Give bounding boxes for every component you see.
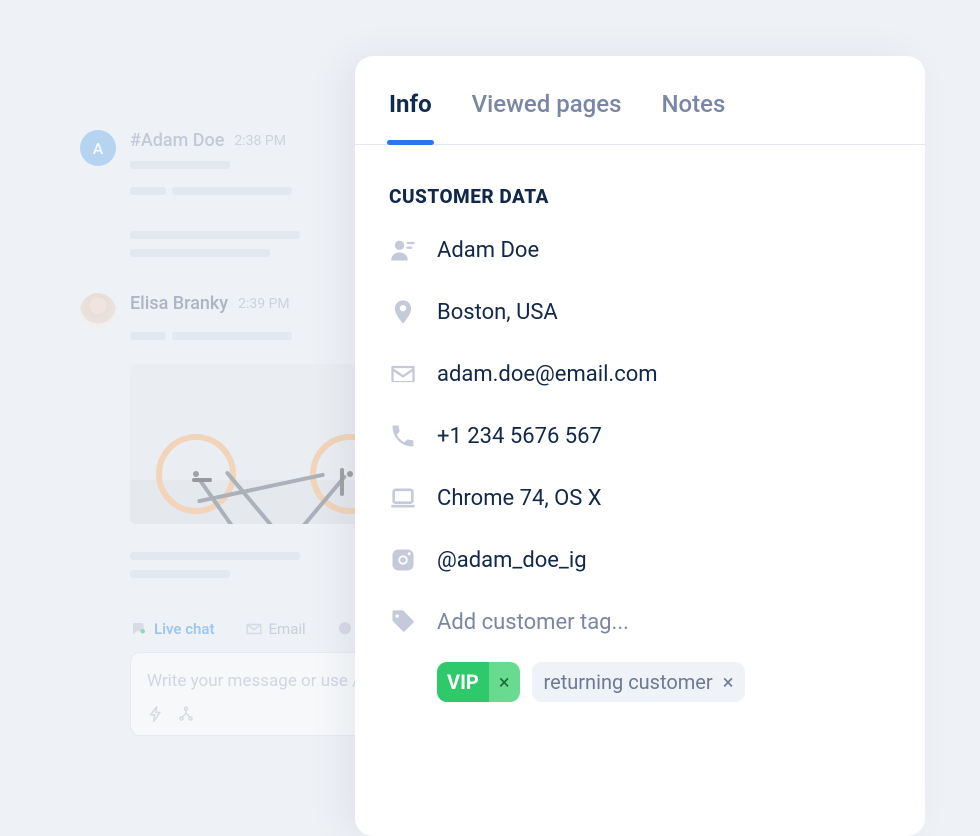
tag-vip: VIP × xyxy=(437,662,520,702)
tabs: Info Viewed pages Notes xyxy=(355,56,925,145)
tag-returning: returning customer × xyxy=(532,662,746,702)
remove-tag-button[interactable]: × xyxy=(723,670,734,694)
avatar: A xyxy=(80,130,116,166)
tab-notes[interactable]: Notes xyxy=(661,90,725,144)
customer-device: Chrome 74, OS X xyxy=(437,486,602,511)
customer-device-row: Chrome 74, OS X xyxy=(389,484,891,512)
customer-email-row: adam.doe@email.com xyxy=(389,360,891,388)
section-title: CUSTOMER DATA xyxy=(389,185,891,208)
envelope-icon xyxy=(389,360,417,388)
instagram-icon xyxy=(389,546,417,574)
phone-icon xyxy=(389,422,417,450)
messenger-icon xyxy=(336,620,354,638)
customer-instagram: @adam_doe_ig xyxy=(437,548,587,573)
laptop-icon xyxy=(389,484,417,512)
lightning-icon[interactable] xyxy=(147,705,165,723)
location-pin-icon xyxy=(389,298,417,326)
chat-icon xyxy=(130,620,148,638)
text-skeleton xyxy=(130,570,230,578)
envelope-icon xyxy=(245,620,263,638)
avatar xyxy=(80,293,116,329)
remove-tag-button[interactable]: × xyxy=(489,662,520,702)
tag-label: returning customer xyxy=(544,670,713,694)
add-tag-row[interactable]: Add customer tag... xyxy=(389,608,891,636)
channel-email[interactable]: Email xyxy=(245,620,306,638)
channel-label: Live chat xyxy=(154,620,215,638)
customer-phone-row: +1 234 5676 567 xyxy=(389,422,891,450)
customer-instagram-row: @adam_doe_ig xyxy=(389,546,891,574)
hierarchy-icon[interactable] xyxy=(177,705,195,723)
text-skeleton xyxy=(130,332,166,340)
text-skeleton xyxy=(130,161,230,169)
text-skeleton xyxy=(130,231,300,239)
tag-icon xyxy=(389,608,417,636)
channel-livechat[interactable]: Live chat xyxy=(130,620,215,638)
customer-location-row: Boston, USA xyxy=(389,298,891,326)
add-tag-placeholder: Add customer tag... xyxy=(437,610,629,635)
text-skeleton xyxy=(130,187,166,195)
message-time: 2:39 PM xyxy=(238,296,290,312)
customer-email: adam.doe@email.com xyxy=(437,362,658,387)
text-skeleton xyxy=(130,249,270,257)
text-skeleton xyxy=(130,552,300,560)
tab-viewed-pages[interactable]: Viewed pages xyxy=(472,90,622,144)
channel-label: Email xyxy=(269,620,306,638)
tag-list: VIP × returning customer × xyxy=(437,662,891,702)
message-author: Elisa Branky xyxy=(130,293,228,314)
message-author: #Adam Doe xyxy=(130,130,224,151)
customer-name-row: Adam Doe xyxy=(389,236,891,264)
customer-phone: +1 234 5676 567 xyxy=(437,424,602,449)
customer-info-panel: Info Viewed pages Notes CUSTOMER DATA Ad… xyxy=(355,56,925,836)
customer-name: Adam Doe xyxy=(437,238,539,263)
text-skeleton xyxy=(172,187,292,195)
customer-location: Boston, USA xyxy=(437,300,558,325)
text-skeleton xyxy=(172,332,292,340)
person-icon xyxy=(389,236,417,264)
message-time: 2:38 PM xyxy=(234,133,286,149)
tag-label: VIP xyxy=(437,662,489,702)
tab-info[interactable]: Info xyxy=(389,90,432,144)
